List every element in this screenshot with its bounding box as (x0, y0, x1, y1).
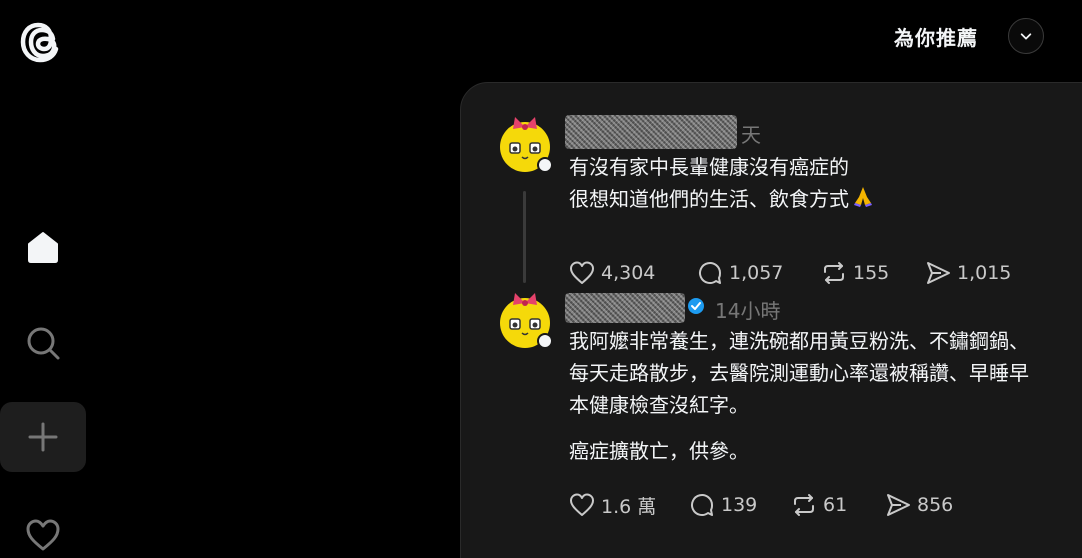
username-redacted[interactable] (565, 115, 737, 149)
post-content: 有沒有家中長輩健康沒有癌症的 很想知道他們的生活、飲食方式 (569, 151, 875, 217)
share-icon (887, 494, 910, 516)
feed-dropdown-button[interactable] (1008, 18, 1044, 54)
like-button[interactable]: 1.6 萬 (569, 489, 689, 521)
create-button[interactable] (0, 402, 86, 472)
comment-button[interactable]: 1,057 (697, 257, 821, 289)
search-icon[interactable] (0, 308, 86, 378)
comment-icon (699, 262, 722, 284)
comment-button[interactable]: 139 (689, 489, 791, 521)
pray-emoji-icon (851, 184, 875, 217)
share-count: 856 (917, 494, 954, 516)
share-icon (927, 262, 950, 284)
post-text-line: 有沒有家中長輩健康沒有癌症的 (569, 155, 849, 179)
verified-badge-icon (687, 297, 705, 315)
thread-card: 天 有沒有家中長輩健康沒有癌症的 很想知道他們的生活、飲食方式 4,304 1,… (460, 82, 1082, 558)
post-timestamp: 14小時 (715, 299, 781, 323)
share-count: 1,015 (957, 262, 1012, 284)
chevron-down-icon (1020, 33, 1032, 40)
thread-connector (523, 191, 526, 283)
comment-count: 1,057 (729, 262, 784, 284)
plus-icon (28, 422, 58, 452)
repost-count: 61 (823, 494, 848, 516)
repost-button[interactable]: 61 (791, 489, 885, 521)
home-icon[interactable] (0, 212, 86, 282)
post-timestamp: 天 (741, 123, 761, 147)
post-actions: 1.6 萬 139 61 856 (569, 489, 953, 521)
heart-icon[interactable] (0, 500, 86, 558)
share-button[interactable]: 1,015 (925, 257, 1011, 289)
post-content: 我阿嬤非常養生，連洗碗都用黃豆粉洗、不鏽鋼鍋、 每天走路散步，去醫院測運動心率還… (569, 325, 1029, 467)
threads-logo-icon[interactable] (20, 18, 66, 66)
username-redacted[interactable] (565, 293, 685, 323)
comment-icon (691, 494, 714, 516)
post-text-line: 每天走路散步，去醫院測運動心率還被稱讚、早睡早 (569, 361, 1029, 385)
like-button[interactable]: 4,304 (569, 257, 697, 289)
like-count: 4,304 (601, 262, 656, 284)
post-text-line: 癌症擴散亡，供參。 (569, 439, 749, 463)
repost-button[interactable]: 155 (821, 257, 925, 289)
heart-icon (570, 493, 594, 516)
repost-icon (794, 494, 814, 516)
post-text-line: 很想知道他們的生活、飲食方式 (569, 187, 849, 211)
repost-icon (824, 262, 844, 284)
feed-title[interactable]: 為你推薦 (894, 22, 978, 51)
heart-icon (570, 261, 594, 284)
post-actions: 4,304 1,057 155 1,015 (569, 257, 1011, 289)
post-text-line: 本健康檢查沒紅字。 (569, 393, 749, 417)
share-button[interactable]: 856 (885, 489, 953, 521)
avatar[interactable] (495, 289, 555, 349)
avatar[interactable] (495, 113, 555, 173)
like-count: 1.6 萬 (601, 495, 657, 518)
repost-count: 155 (853, 262, 890, 284)
comment-count: 139 (721, 494, 758, 516)
post-text-line: 我阿嬤非常養生，連洗碗都用黃豆粉洗、不鏽鋼鍋、 (569, 329, 1029, 353)
